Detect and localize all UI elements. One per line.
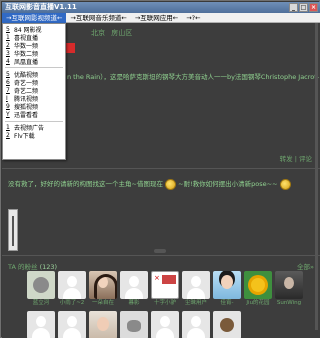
avatar[interactable] bbox=[213, 311, 241, 338]
menu-item-shortcut: 6 bbox=[6, 78, 10, 86]
laugh-emoji-icon bbox=[279, 178, 291, 190]
avatar[interactable] bbox=[58, 271, 86, 299]
fans-header: TA 的粉丝 (123) 全部» bbox=[8, 261, 314, 271]
menu-bar: →互联网影视频道← →互联网音乐频道← →互联网应用← →?← bbox=[2, 12, 320, 23]
fan-avatar-card[interactable]: 一朵自在 bbox=[88, 271, 118, 307]
avatar[interactable] bbox=[213, 271, 241, 299]
fan-avatar-card[interactable]: cnRaining bbox=[181, 311, 211, 338]
vertical-scrollbar[interactable] bbox=[315, 23, 318, 330]
fans-title: TA 的粉丝 bbox=[8, 263, 38, 271]
fan-name[interactable]: 十字小驴 bbox=[150, 299, 180, 307]
fan-avatar-card[interactable]: 蓝立河 bbox=[26, 271, 56, 307]
maximize-button[interactable]: □ bbox=[299, 3, 308, 12]
fan-avatar-card[interactable]: 尘昧用户 bbox=[181, 271, 211, 307]
profile-location: 北京 房山区 bbox=[91, 28, 136, 38]
post-image-thumbnail[interactable] bbox=[8, 209, 18, 251]
menu-item-shortcut: 4 bbox=[6, 58, 10, 66]
smiley-emoji-icon bbox=[165, 178, 177, 190]
menu-item-shortcut: 2 bbox=[6, 41, 10, 49]
fan-avatar-card[interactable]: Vivingei bbox=[57, 311, 87, 338]
fan-avatar-card[interactable]: 快乐解脱 bbox=[212, 311, 242, 338]
avatar[interactable] bbox=[58, 311, 86, 338]
fan-avatar-card[interactable]: 暮影 bbox=[119, 271, 149, 307]
avatar[interactable] bbox=[151, 311, 179, 338]
avatar[interactable] bbox=[182, 271, 210, 299]
video-channel-dropdown: 5 84 网影视 1 喜视直播 2 华数一频 3 华数二频 4 凤凰直播 5 优酷视频 6 奇艺一频 7 奇艺… bbox=[2, 23, 66, 160]
fan-name[interactable]: 小雨了~2 bbox=[57, 299, 87, 307]
avatar[interactable] bbox=[120, 271, 148, 299]
avatar[interactable] bbox=[89, 271, 117, 299]
post-text-part2: ~耐!救你如何摆出小清新pose~~ bbox=[178, 180, 278, 188]
fans-avatar-grid: 蓝立河小雨了~2一朵自在暮影十字小驴尘昧用户佳宵-Jiu的花园SunWing 手机… bbox=[26, 271, 316, 338]
fan-name[interactable]: Jiu的花园 bbox=[243, 299, 273, 307]
avatar[interactable] bbox=[120, 311, 148, 338]
menu-item-shortcut: 3 bbox=[6, 50, 10, 58]
fan-avatar-card[interactable]: 手机用户 bbox=[150, 311, 180, 338]
menu-item-shortcut: 9 bbox=[6, 103, 10, 111]
app-window: 互联网影音直播V1.11 _ □ × →互联网影视频道← →互联网音乐频道← →… bbox=[0, 0, 320, 338]
fan-name[interactable]: 蓝立河 bbox=[26, 299, 56, 307]
fan-avatar-card[interactable]: 十字小驴 bbox=[150, 271, 180, 307]
location-city[interactable]: 北京 bbox=[91, 29, 105, 37]
minimize-button[interactable]: _ bbox=[289, 3, 298, 12]
fan-avatar-card[interactable]: 小雨了~2 bbox=[57, 271, 87, 307]
avatar[interactable] bbox=[27, 271, 55, 299]
menu-item-shortcut: 2 bbox=[6, 131, 10, 139]
menu-item-shortcut: I bbox=[6, 95, 8, 103]
fan-avatar-card[interactable]: Jiu的花园 bbox=[243, 271, 273, 307]
menu-item-label: 凤凰直播 bbox=[14, 59, 39, 67]
post-text: 没有救了，好好的请新的构图找这一个主角~借图现在 ~耐!救你如何摆出小清新pos… bbox=[8, 178, 291, 190]
follow-button[interactable] bbox=[65, 43, 75, 53]
menu-video-channel[interactable]: →互联网影视频道← bbox=[2, 12, 67, 23]
avatar[interactable] bbox=[151, 271, 179, 299]
avatar[interactable] bbox=[182, 311, 210, 338]
fan-avatar-card[interactable]: 手机用户 bbox=[26, 311, 56, 338]
fan-name[interactable]: 佳宵- bbox=[212, 299, 242, 307]
menu-item-shortcut: 7 bbox=[6, 86, 10, 94]
menu-item-shortcut: Y bbox=[6, 111, 10, 119]
title-bar: 互联网影音直播V1.11 _ □ × bbox=[2, 2, 320, 13]
dropdown-menu-item[interactable]: 4 凤凰直播 bbox=[3, 58, 65, 66]
fans-all-link[interactable]: 全部» bbox=[297, 261, 314, 271]
window-title: 互联网影音直播V1.11 bbox=[5, 3, 77, 11]
post-quote-text: n the Rain），这是哈萨克斯坦的钢琴大方美音动人一一by法国钢琴Chri… bbox=[67, 73, 320, 81]
fans-count: (123) bbox=[39, 263, 58, 271]
fan-avatar-card[interactable]: 佳宵- bbox=[212, 271, 242, 307]
share-comment-links[interactable]: 转发 | 评论 bbox=[280, 153, 312, 163]
fan-name[interactable]: SunWing bbox=[274, 299, 304, 307]
menu-music-channel[interactable]: →互联网音乐频道← bbox=[66, 13, 130, 23]
fan-avatar-card[interactable]: SunWing bbox=[274, 271, 304, 307]
menu-item-shortcut: 5 bbox=[6, 25, 10, 33]
avatar[interactable] bbox=[275, 271, 303, 299]
collapse-handle[interactable] bbox=[154, 249, 166, 253]
fan-avatar-card[interactable]: 阿波一头 bbox=[119, 311, 149, 338]
avatar[interactable] bbox=[27, 311, 55, 338]
menu-item-label: 迅雷看看 bbox=[14, 112, 39, 120]
menu-separator bbox=[5, 67, 63, 69]
menu-help[interactable]: →?← bbox=[182, 13, 204, 23]
divider bbox=[2, 168, 320, 169]
menu-item-shortcut: 1 bbox=[6, 33, 10, 41]
avatar[interactable] bbox=[244, 271, 272, 299]
divider bbox=[2, 255, 320, 256]
location-district[interactable]: 房山区 bbox=[111, 29, 132, 37]
fan-name[interactable]: 暮影 bbox=[119, 299, 149, 307]
menu-item-shortcut: 5 bbox=[6, 70, 10, 78]
fan-name[interactable]: 尘昧用户 bbox=[181, 299, 211, 307]
dropdown-menu-item[interactable]: 2 Flv下载 bbox=[3, 131, 65, 140]
fan-name[interactable]: 一朵自在 bbox=[88, 299, 118, 307]
window-controls: _ □ × bbox=[289, 3, 318, 12]
post-text-part1: 没有救了，好好的请新的构图找这一个主角~借图现在 bbox=[8, 180, 163, 188]
menu-separator bbox=[5, 120, 63, 122]
close-button[interactable]: × bbox=[309, 3, 318, 12]
fan-avatar-card[interactable]: 手机用户2Y bbox=[88, 311, 118, 338]
menu-internet-apps[interactable]: →互联网应用← bbox=[131, 13, 182, 23]
menu-item-label: Flv下载 bbox=[14, 132, 35, 140]
menu-item-shortcut: 1 bbox=[6, 123, 10, 131]
avatar[interactable] bbox=[89, 311, 117, 338]
dropdown-menu-item[interactable]: Y 迅雷看看 bbox=[3, 111, 65, 119]
